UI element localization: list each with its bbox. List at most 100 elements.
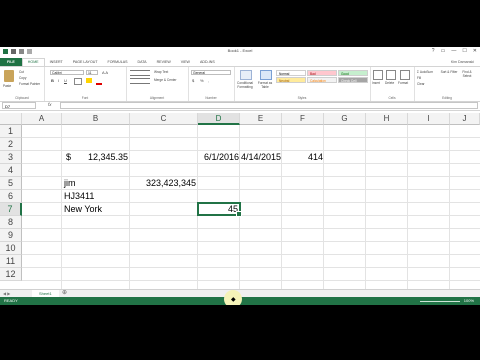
paste-icon[interactable] <box>4 70 14 82</box>
column-header-a[interactable]: A <box>22 113 62 125</box>
tab-insert[interactable]: INSERT <box>45 58 68 66</box>
ribbon-display-button[interactable]: ▭ <box>441 48 446 54</box>
cell-b6[interactable]: HJ3411 <box>64 190 94 203</box>
formula-bar: D7 fx <box>0 101 480 111</box>
select-all-corner[interactable] <box>0 113 22 125</box>
minimize-button[interactable]: — <box>451 48 456 54</box>
format-as-table-icon[interactable] <box>260 70 272 80</box>
cell-c5[interactable]: 323,423,345 <box>130 177 196 190</box>
cell-b7[interactable]: New York <box>64 203 102 216</box>
user-name[interactable]: Kim Damanski <box>451 60 480 64</box>
row-header-3[interactable]: 3 <box>0 151 22 164</box>
autosum-button[interactable]: Σ AutoSum <box>417 70 433 74</box>
copy-button[interactable]: Copy <box>19 76 26 80</box>
tab-add-ins[interactable]: ADD-INS <box>195 58 220 66</box>
row-header-7[interactable]: 7 <box>0 203 22 216</box>
zoom-level[interactable]: 100% <box>464 298 474 303</box>
cell-e3[interactable]: 4/14/2015 <box>240 151 281 164</box>
row-header-6[interactable]: 6 <box>0 190 22 203</box>
row-header-5[interactable]: 5 <box>0 177 22 190</box>
cell-d3[interactable]: 6/1/2016 <box>198 151 239 164</box>
format-button[interactable]: Format <box>398 81 408 85</box>
fx-icon[interactable]: fx <box>48 102 52 107</box>
insert-icon[interactable] <box>373 70 383 80</box>
delete-icon[interactable] <box>386 70 396 80</box>
conditional-formatting-icon[interactable] <box>240 70 252 80</box>
help-button[interactable]: ? <box>432 48 435 54</box>
row-header-11[interactable]: 11 <box>0 255 22 268</box>
wrap-text-button[interactable]: Wrap Text <box>154 70 168 74</box>
format-icon[interactable] <box>400 70 410 80</box>
style-calculation[interactable]: Calculation <box>307 77 337 83</box>
percent-button[interactable]: % <box>200 78 204 83</box>
row-header-9[interactable]: 9 <box>0 229 22 242</box>
cell-b5[interactable]: jim <box>64 177 76 190</box>
bold-button[interactable]: B <box>51 78 54 83</box>
format-painter-button[interactable]: Format Painter <box>19 82 40 86</box>
active-cell-selection[interactable] <box>197 202 242 217</box>
style-good[interactable]: Good <box>338 70 368 76</box>
merge-center-button[interactable]: Merge & Center <box>154 78 177 82</box>
style-bad[interactable]: Bad <box>307 70 337 76</box>
zoom-slider[interactable] <box>420 301 460 302</box>
fill-color-icon[interactable] <box>86 78 92 83</box>
clear-button[interactable]: Clear <box>417 82 425 86</box>
cell-f3[interactable]: 414 <box>282 151 323 164</box>
style-normal[interactable]: Normal <box>276 70 306 76</box>
column-header-b[interactable]: B <box>62 113 130 125</box>
grow-font-icon[interactable]: A A <box>102 70 108 75</box>
column-header-g[interactable]: G <box>324 113 366 125</box>
row-header-1[interactable]: 1 <box>0 125 22 138</box>
row-header-8[interactable]: 8 <box>0 216 22 229</box>
sort-filter-button[interactable]: Sort & Filter <box>440 70 458 74</box>
row-header-4[interactable]: 4 <box>0 164 22 177</box>
cell-b3[interactable]: 12,345.35 <box>62 151 128 164</box>
font-name-select[interactable]: Calibri <box>50 70 84 75</box>
worksheet-grid[interactable]: A B C D E F G H I J 1 2 3 4 5 6 7 8 9 10… <box>0 113 480 289</box>
column-header-d[interactable]: D <box>198 113 240 125</box>
comma-button[interactable]: , <box>208 78 209 83</box>
row-header-10[interactable]: 10 <box>0 242 22 255</box>
italic-button[interactable]: I <box>58 78 59 83</box>
cut-button[interactable]: Cut <box>19 70 24 74</box>
column-header-j[interactable]: J <box>450 113 480 125</box>
borders-icon[interactable] <box>74 78 82 85</box>
insert-button[interactable]: Insert <box>372 81 380 85</box>
name-box[interactable]: D7 <box>2 102 36 109</box>
underline-button[interactable]: U <box>64 78 67 83</box>
tab-view[interactable]: VIEW <box>176 58 195 66</box>
column-header-h[interactable]: H <box>366 113 408 125</box>
sheet-nav-arrows-icon[interactable]: ◀ ▶ <box>3 291 10 296</box>
column-header-e[interactable]: E <box>240 113 282 125</box>
align-top-icon[interactable] <box>130 70 150 76</box>
tab-review[interactable]: REVIEW <box>152 58 176 66</box>
align-left-icon[interactable] <box>130 78 150 84</box>
row-header-12[interactable]: 12 <box>0 268 22 281</box>
row-header-2[interactable]: 2 <box>0 138 22 151</box>
maximize-button[interactable]: ☐ <box>462 48 466 54</box>
formula-input[interactable] <box>60 102 478 109</box>
close-button[interactable]: ✕ <box>473 48 477 54</box>
number-format-select[interactable]: General <box>191 70 231 75</box>
new-sheet-icon[interactable]: ⊕ <box>62 290 67 297</box>
tab-data[interactable]: DATA <box>133 58 152 66</box>
column-header-c[interactable]: C <box>130 113 198 125</box>
tab-formulas[interactable]: FORMULAS <box>103 58 133 66</box>
tab-page-layout[interactable]: PAGE LAYOUT <box>68 58 103 66</box>
font-color-icon[interactable] <box>96 78 102 85</box>
tab-file[interactable]: FILE <box>0 58 22 66</box>
fill-button[interactable]: Fill <box>417 76 421 80</box>
delete-button[interactable]: Delete <box>385 81 394 85</box>
find-select-button[interactable]: Find & Select <box>458 70 476 78</box>
format-as-table-button[interactable]: Format as Table <box>256 81 274 89</box>
currency-button[interactable]: $ <box>192 78 194 83</box>
conditional-formatting-button[interactable]: Conditional Formatting <box>235 81 255 89</box>
column-header-f[interactable]: F <box>282 113 324 125</box>
fill-handle[interactable] <box>236 211 242 217</box>
style-neutral[interactable]: Neutral <box>276 77 306 83</box>
tab-home[interactable]: HOME <box>21 58 45 66</box>
style-check-cell[interactable]: Check Cell <box>338 77 368 83</box>
column-header-i[interactable]: I <box>408 113 450 125</box>
paste-button[interactable]: Paste <box>3 84 11 88</box>
font-size-select[interactable]: 11 <box>86 70 98 75</box>
